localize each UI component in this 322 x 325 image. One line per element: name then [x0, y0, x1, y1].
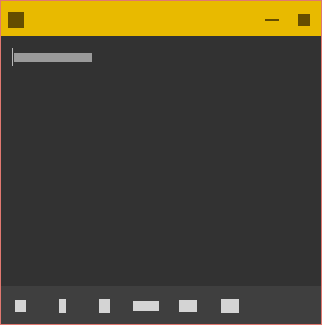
tool-button-1[interactable]	[15, 300, 26, 312]
title-bar[interactable]	[1, 1, 321, 36]
input-placeholder	[14, 53, 92, 62]
content-area	[1, 36, 321, 286]
tool-button-6[interactable]	[221, 299, 239, 313]
minimize-icon	[265, 19, 279, 21]
maximize-button[interactable]	[292, 8, 316, 30]
bottom-toolbar	[1, 286, 321, 324]
app-window	[0, 0, 322, 325]
maximize-icon	[298, 14, 310, 26]
tool-button-5[interactable]	[179, 300, 197, 312]
app-icon	[8, 12, 24, 28]
minimize-button[interactable]	[260, 8, 284, 30]
tool-button-3[interactable]	[99, 299, 110, 313]
text-cursor	[12, 48, 13, 66]
tool-button-2[interactable]	[59, 299, 66, 313]
text-input[interactable]	[12, 47, 102, 67]
tool-button-4[interactable]	[133, 301, 159, 311]
